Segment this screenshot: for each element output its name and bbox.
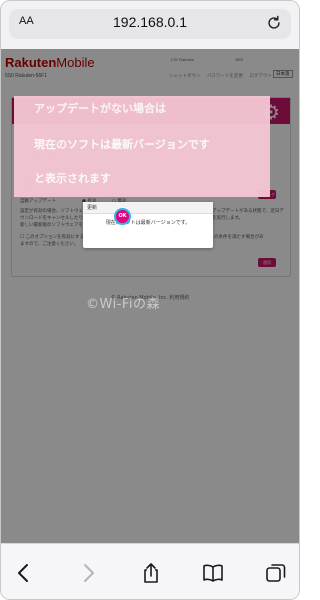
tabs-icon[interactable]: [265, 562, 287, 584]
annotation-line-3: と表示されます: [34, 172, 111, 185]
address-bar[interactable]: AA 192.168.0.1: [9, 9, 291, 39]
url-text[interactable]: 192.168.0.1: [9, 14, 291, 30]
browser-toolbar: [1, 543, 299, 599]
watermark: ©Wi-Fiの森: [86, 297, 161, 312]
update-dialog: 更新 現在のソフトは最新バージョンです。: [83, 202, 213, 248]
browser-top-bar: AA 192.168.0.1: [1, 1, 299, 49]
phone-frame: AA 192.168.0.1 RakutenMobile 5S0 Rakuten…: [0, 0, 300, 600]
forward-icon[interactable]: [77, 562, 99, 584]
bookmarks-icon[interactable]: [202, 562, 224, 584]
dialog-message: 現在のソフトは最新バージョンです。: [105, 220, 191, 226]
dialog-title-bar: 更新: [83, 202, 213, 214]
annotation-line-2: 現在のソフトは最新バージョンです: [34, 138, 210, 151]
annotation-box: アップデートがない場合は 現在のソフトは最新バージョンです と表示されます: [14, 96, 270, 197]
reload-icon[interactable]: [265, 14, 283, 32]
share-icon[interactable]: [140, 562, 162, 584]
back-icon[interactable]: [13, 562, 35, 584]
annotation-line-1: アップデートがない場合は: [34, 102, 166, 115]
dialog-title: 更新: [87, 205, 98, 211]
ok-button[interactable]: OK: [114, 208, 131, 225]
